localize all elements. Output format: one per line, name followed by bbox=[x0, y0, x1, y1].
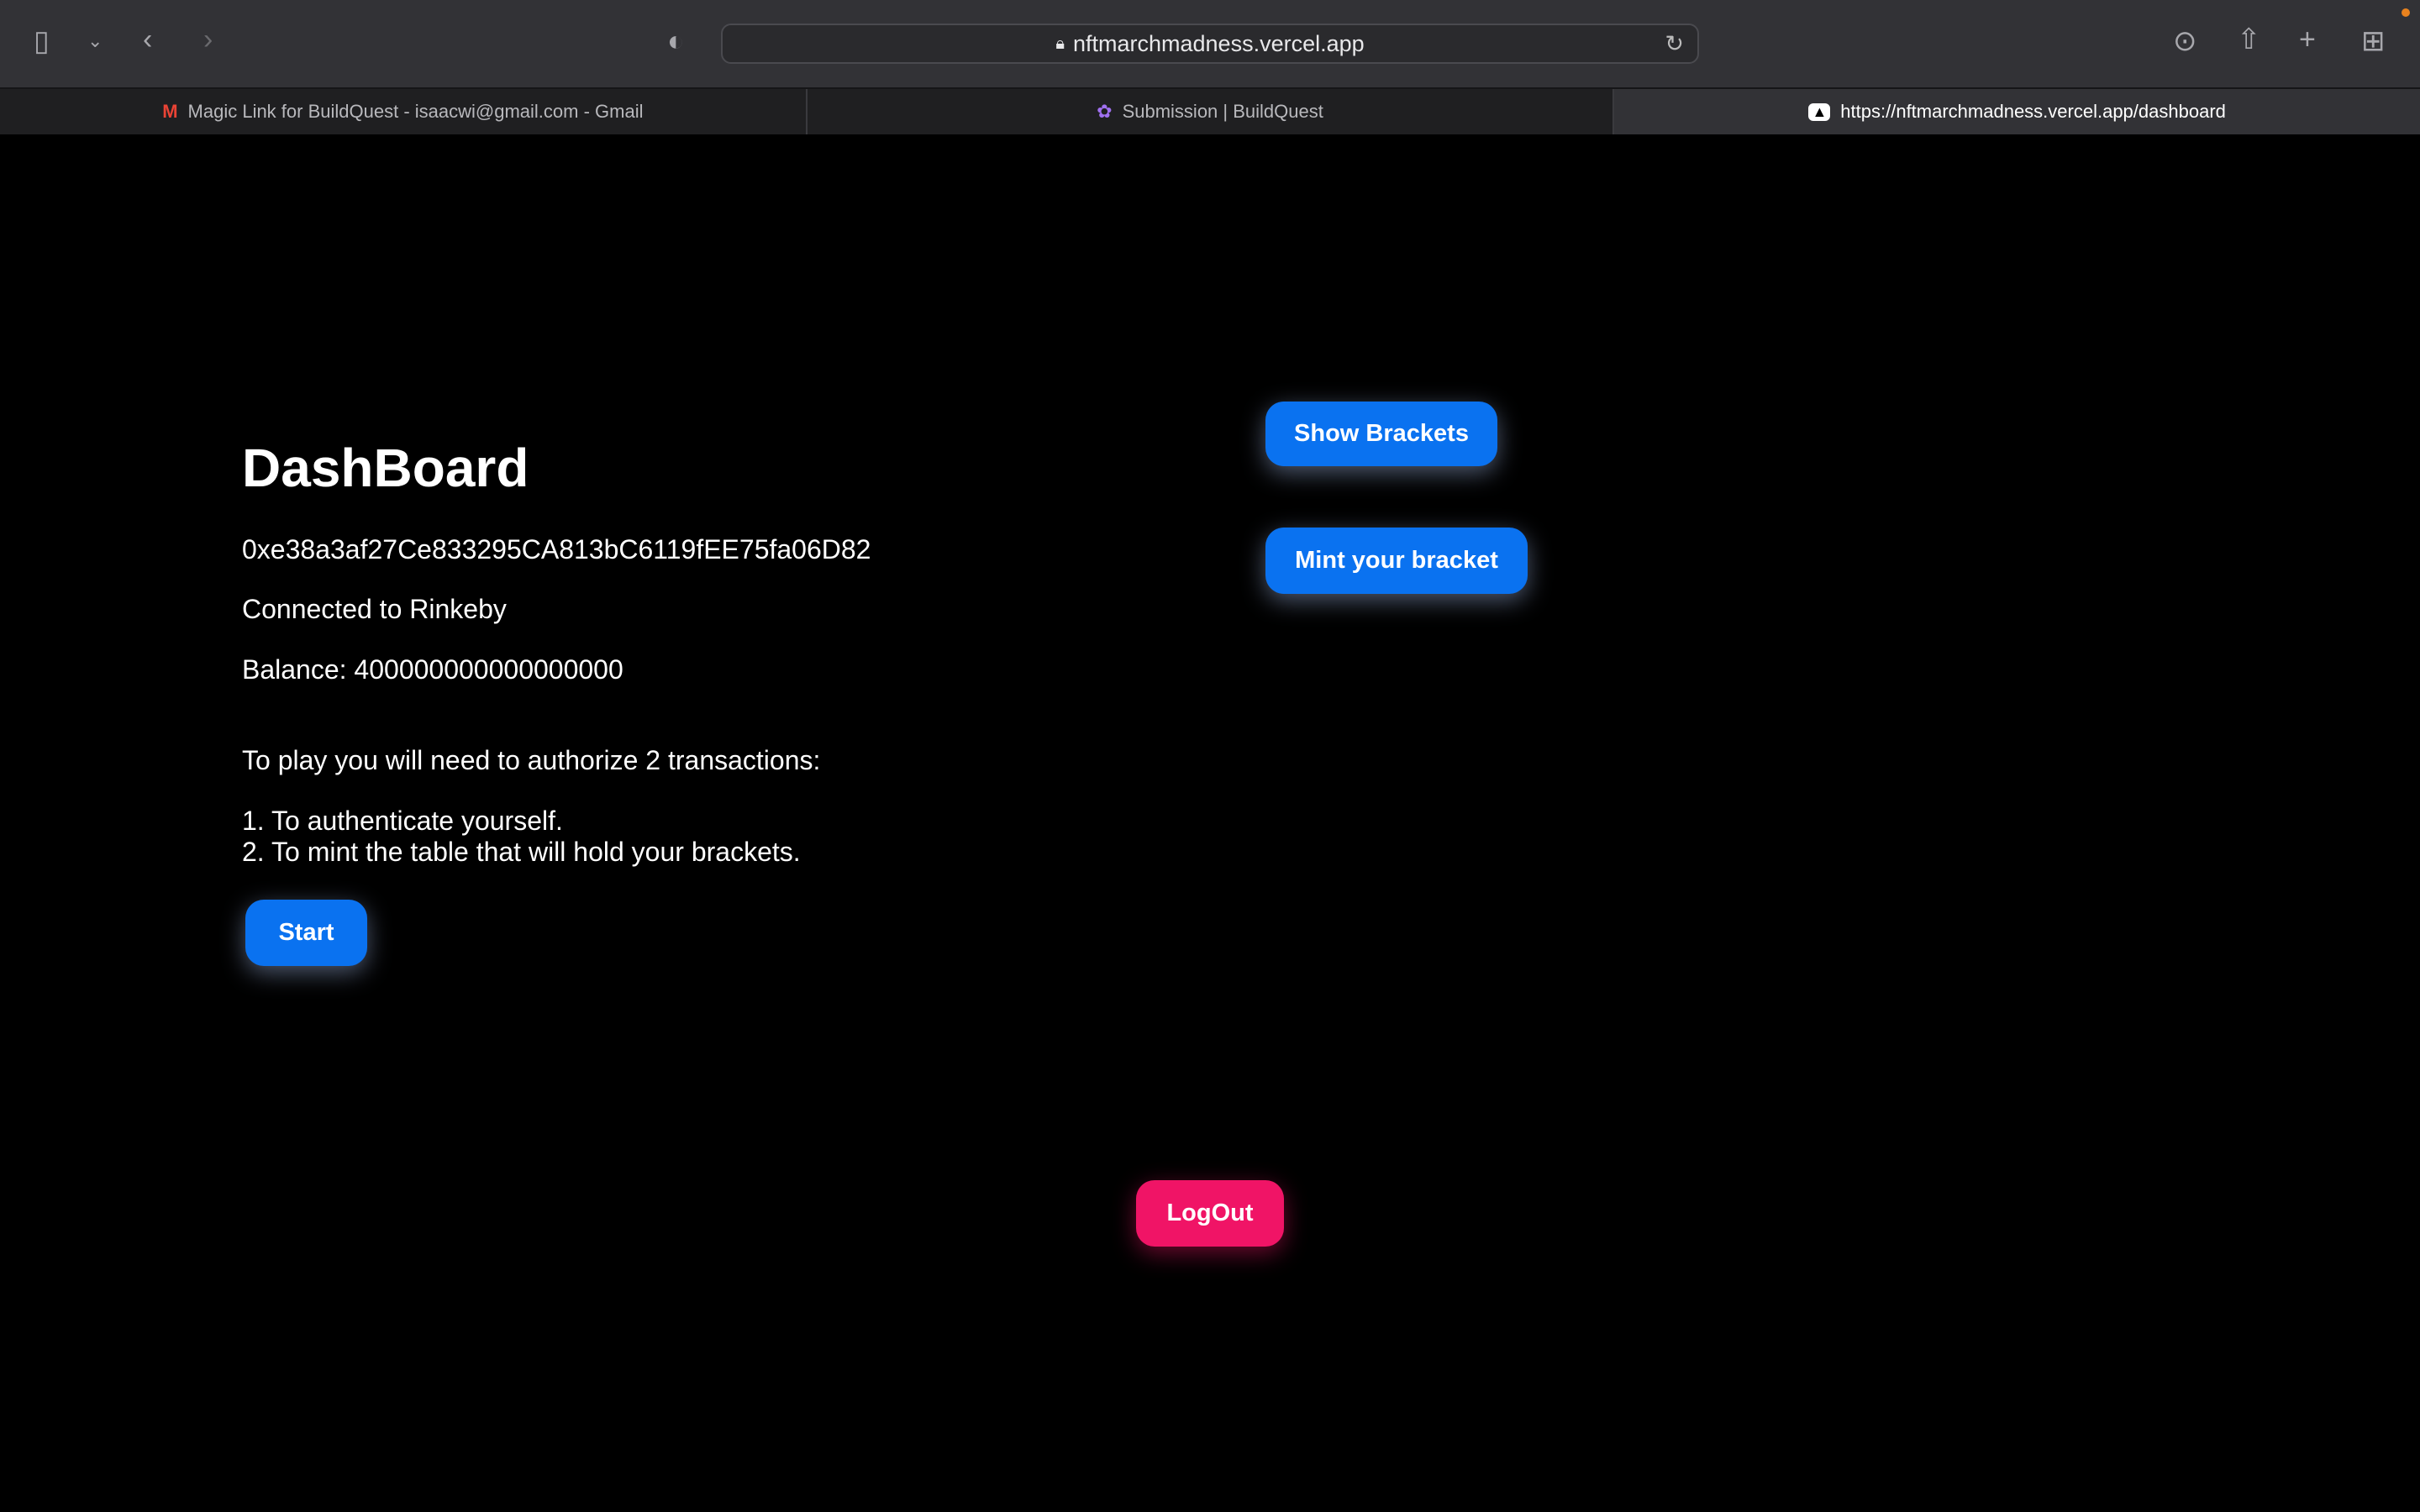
back-icon[interactable]: ‹ bbox=[143, 25, 152, 54]
tab-gmail[interactable]: M Magic Link for BuildQuest - isaacwi@gma… bbox=[0, 89, 808, 134]
share-icon[interactable]: ⇧ bbox=[2237, 25, 2261, 54]
show-brackets-button[interactable]: Show Brackets bbox=[1265, 402, 1497, 466]
page-title: DashBoard bbox=[242, 438, 529, 498]
balance: Balance: 400000000000000000 bbox=[242, 654, 623, 685]
wallet-address: 0xe38a3af27Ce833295CA813bC6119fEE75fa06D… bbox=[242, 534, 871, 564]
vercel-icon: ▲ bbox=[1808, 102, 1831, 121]
network-status: Connected to Rinkeby bbox=[242, 594, 507, 624]
tab-bar: M Magic Link for BuildQuest - isaacwi@gma… bbox=[0, 87, 2420, 134]
browser-toolbar: ▯ ⌄ ‹ › ◐ 🔒︎ nftmarchmadness.vercel.app … bbox=[0, 0, 2420, 87]
chevron-down-icon[interactable]: ⌄ bbox=[87, 32, 103, 50]
tab-overview-icon[interactable]: ⊞ bbox=[2361, 27, 2386, 55]
step-1: 1. To authenticate yourself. bbox=[242, 806, 563, 836]
new-tab-icon[interactable]: + bbox=[2299, 25, 2316, 54]
sidebar-icon[interactable]: ▯ bbox=[34, 27, 50, 55]
buildquest-icon: ✿ bbox=[1097, 101, 1113, 122]
instructions: To play you will need to authorize 2 tra… bbox=[242, 745, 821, 775]
notification-dot bbox=[2402, 8, 2410, 17]
tab-label: https://nftmarchmadness.vercel.app/dashb… bbox=[1840, 101, 2226, 122]
step-2: 2. To mint the table that will hold your… bbox=[242, 837, 801, 867]
tab-dashboard[interactable]: ▲ https://nftmarchmadness.vercel.app/dash… bbox=[1614, 89, 2420, 134]
privacy-shield-icon[interactable]: ◐ bbox=[667, 27, 685, 55]
tab-buildquest[interactable]: ✿ Submission | BuildQuest bbox=[808, 89, 1615, 134]
lock-icon: 🔒︎ bbox=[1055, 34, 1065, 53]
forward-icon[interactable]: › bbox=[203, 25, 213, 54]
address-bar[interactable]: 🔒︎ nftmarchmadness.vercel.app ↻ bbox=[721, 24, 1699, 64]
mint-bracket-button[interactable]: Mint your bracket bbox=[1265, 528, 1528, 594]
downloads-icon[interactable]: ⊙ bbox=[2173, 27, 2197, 55]
tab-label: Magic Link for BuildQuest - isaacwi@gmai… bbox=[187, 101, 644, 122]
url-text: nftmarchmadness.vercel.app bbox=[1072, 30, 1365, 56]
logout-button[interactable]: LogOut bbox=[1136, 1180, 1284, 1247]
gmail-icon: M bbox=[162, 101, 178, 122]
tab-label: Submission | BuildQuest bbox=[1122, 101, 1323, 122]
start-button[interactable]: Start bbox=[245, 900, 367, 966]
reload-icon[interactable]: ↻ bbox=[1665, 31, 1684, 57]
